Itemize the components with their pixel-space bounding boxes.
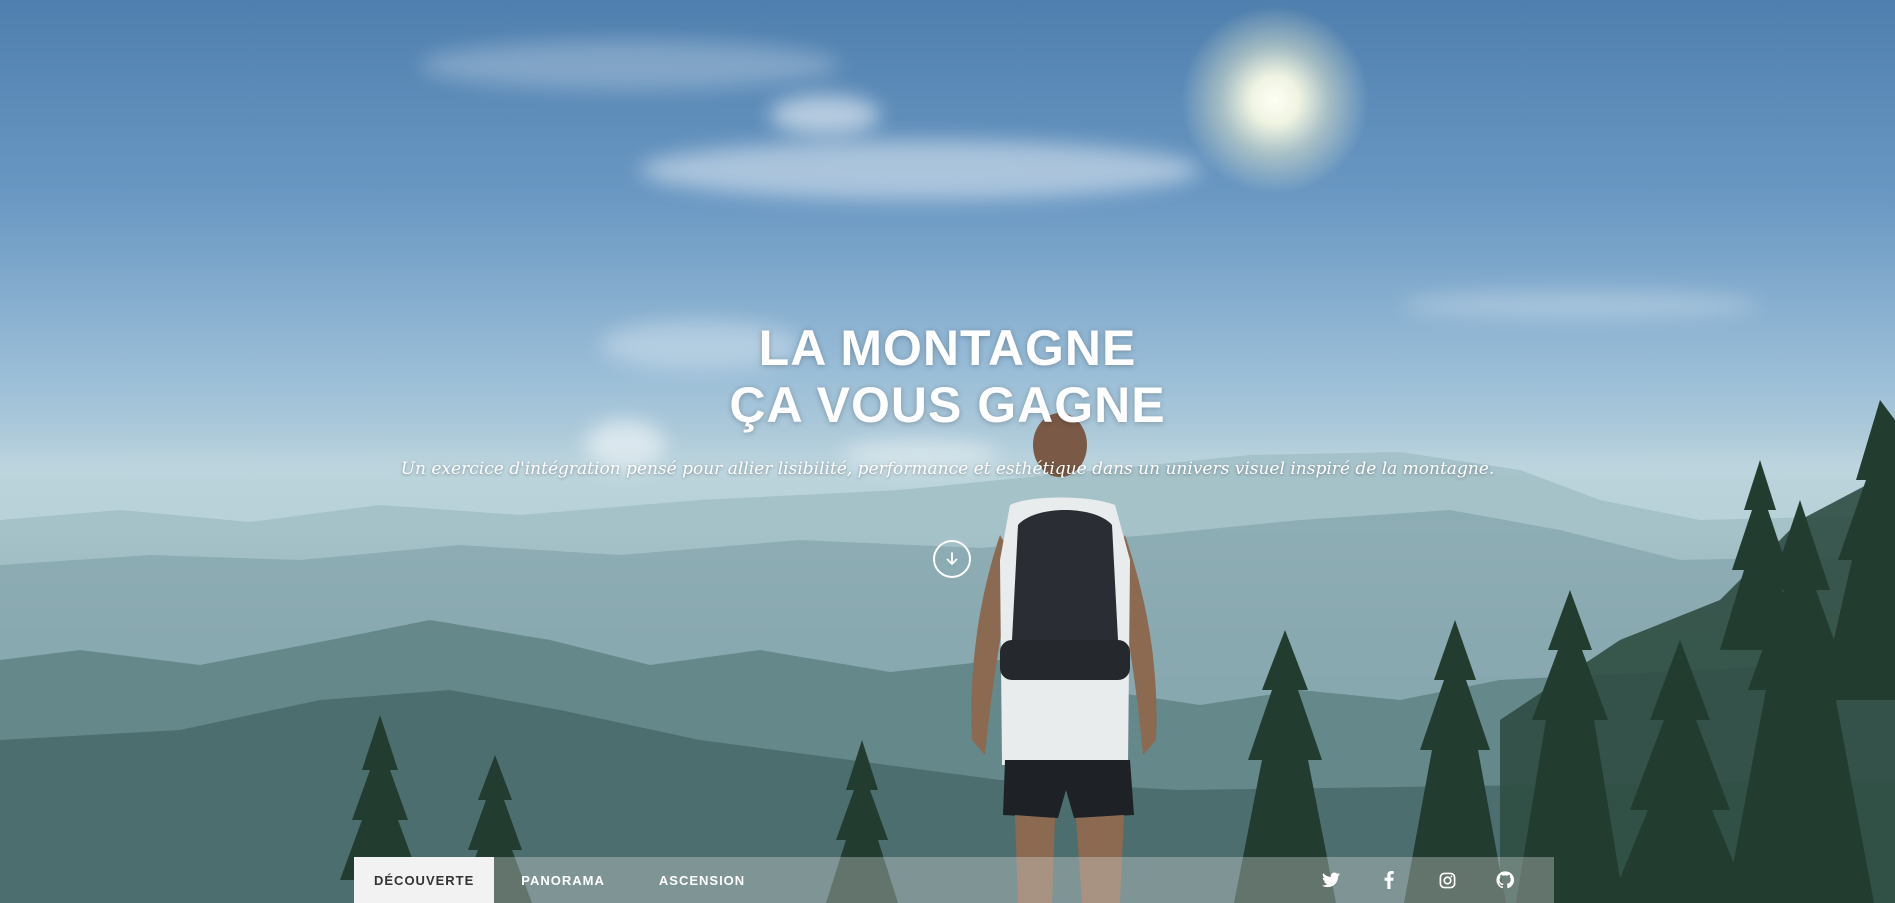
twitter-link[interactable] (1302, 857, 1360, 903)
facebook-link[interactable] (1360, 857, 1418, 903)
instagram-link[interactable] (1418, 857, 1476, 903)
hero-title: LA MONTAGNE ÇA VOUS GAGNE (0, 320, 1895, 434)
github-icon (1496, 871, 1514, 889)
hero-subtitle: Un exercice d'intégration pensé pour all… (400, 459, 1495, 479)
nav-item-ascension[interactable]: ASCENSION (632, 857, 772, 903)
hero-title-line1: LA MONTAGNE (758, 320, 1137, 376)
hero-content: LA MONTAGNE ÇA VOUS GAGNE Un exercice d'… (0, 320, 1895, 479)
facebook-icon (1384, 871, 1394, 889)
hero-section: LA MONTAGNE ÇA VOUS GAGNE Un exercice d'… (0, 0, 1895, 903)
twitter-icon (1322, 872, 1340, 888)
github-link[interactable] (1476, 857, 1534, 903)
social-links (1302, 857, 1554, 903)
nav-item-decouverte[interactable]: DÉCOUVERTE (354, 857, 495, 903)
arrow-down-icon (946, 552, 958, 565)
instagram-icon (1439, 872, 1455, 888)
bottom-navbar: DÉCOUVERTE PANORAMA ASCENSION (354, 857, 1554, 903)
nav-item-panorama[interactable]: PANORAMA (494, 857, 632, 903)
hero-title-line2: ÇA VOUS GAGNE (729, 377, 1166, 433)
scroll-down-button[interactable] (933, 540, 971, 578)
